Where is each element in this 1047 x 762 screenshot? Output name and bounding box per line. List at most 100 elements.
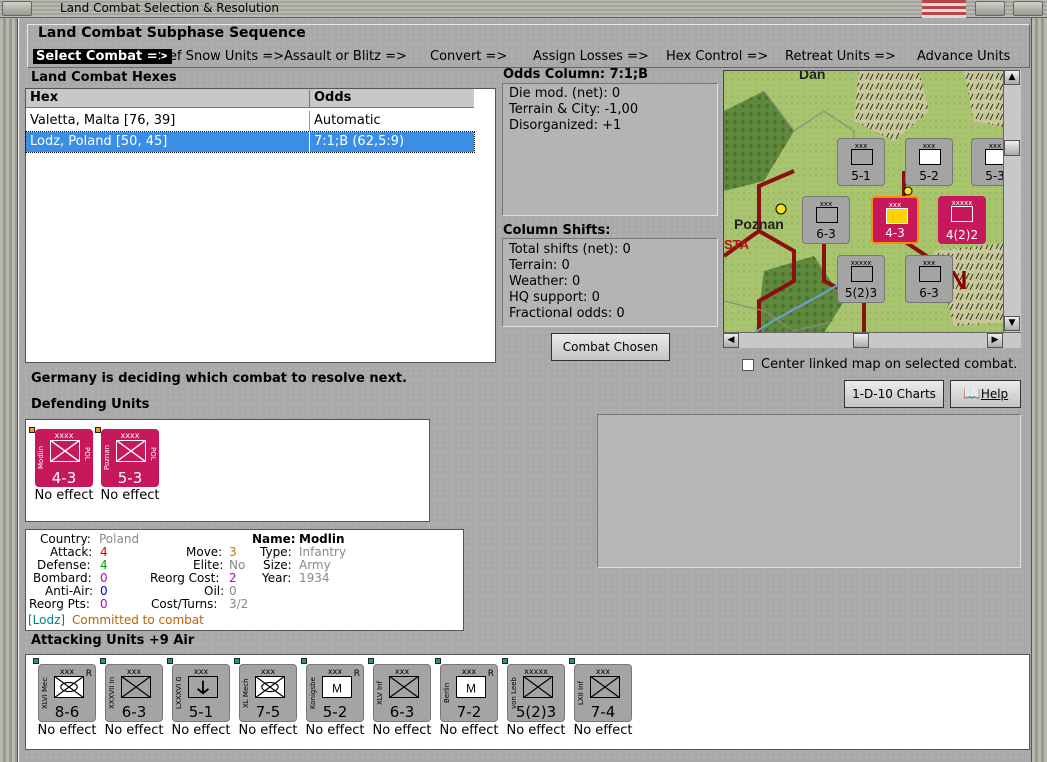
cost-turns-value: 3/2 [229,597,249,611]
table-header: Hex Odds [26,89,474,108]
status-pip [234,658,240,664]
charts-button[interactable]: 1-D-10 Charts [844,380,944,408]
step-hex-control: Hex Control => [666,49,769,64]
step-assault-blitz: Assault or Blitz => [284,49,407,64]
attacking-unit[interactable]: xxx XL Mech 7-5 [239,664,297,722]
step-convert: Convert => [430,49,508,64]
unit-type-icon: M [456,676,486,698]
odds-cell: Automatic [314,113,381,128]
column-odds[interactable]: Odds [310,90,474,105]
close-button[interactable] [1013,1,1043,16]
map-combat-hex[interactable]: xxx 4-3 [871,196,919,244]
status-pip [301,658,307,664]
unit-details: Country: Poland Attack: 4 Defense: 4 Bom… [25,529,464,631]
table-row[interactable]: Valetta, Malta [76, 39] Automatic [26,111,474,131]
status-message: Germany is deciding which combat to reso… [31,371,407,386]
table-row-selected[interactable]: Lodz, Poland [50, 45] 7:1;B (62,5:9) [25,131,475,153]
unit-effect: No effect [573,723,633,738]
map-unit-counter[interactable]: xxx 6-3 [802,196,850,244]
unit-effect: No effect [104,723,164,738]
attacking-unit[interactable]: xxx XLVI Mech R 8-6 [38,664,96,722]
step-select-combat: Select Combat => [33,49,172,64]
scroll-left-button[interactable]: ◀ [723,333,739,348]
defending-units-box: xxxx Modlin POL 4-3 No effect xxxx Pozna… [25,419,430,522]
status-pip [33,658,39,664]
odds-cell: 7:1;B (62,5:9) [314,134,405,149]
map-label-poznan: Poznan [734,216,784,232]
svg-text:M: M [332,681,342,695]
status-pip [100,658,106,664]
defending-unit-poznan[interactable]: xxxx Poznan POL 5-3 [101,429,159,487]
unit-effect: No effect [34,488,94,503]
map-label-sta: STA [724,237,750,252]
odds-box: Die mod. (net): 0 Terrain & City: -1,00 … [502,83,718,216]
step-retreat: Retreat Units => [785,49,896,64]
attacking-unit[interactable]: xxx XLV Inf 6-3 [373,664,431,722]
help-label: Help [980,387,1009,401]
committed-status: Committed to combat [72,613,204,627]
window-title: Land Combat Selection & Resolution [60,1,279,15]
cost-turns-label: Cost/Turns: [151,597,218,611]
attacking-units-box: xxx XLVI Mech R 8-6 No effect xxx XXXVII Inf 6-… [25,654,1030,750]
svg-text:M: M [466,681,476,695]
scroll-up-button[interactable]: ▲ [1004,70,1020,85]
map-horizontal-scrollbar[interactable]: ◀ ▶ [723,332,1021,348]
fractional-odds: Fractional odds: 0 [509,306,625,321]
map-unit-counter[interactable]: xxx 6-3 [905,255,953,303]
unit-effect: No effect [305,723,365,738]
map-unit-counter[interactable]: xxxxx 5(2)3 [837,255,885,303]
shifts-box: Total shifts (net): 0 Terrain: 0 Weather… [502,238,718,327]
subphase-label: Land Combat Subphase Sequence [38,25,306,41]
attacking-unit[interactable]: xxx XXXVII Inf 6-3 [105,664,163,722]
unit-type-icon [590,676,620,698]
linked-map[interactable]: Dan Poznan STA LAN xxx 5-1 xxx 5-2 xxx 5… [723,70,1021,348]
total-shifts: Total shifts (net): 0 [509,242,631,257]
unit-type-icon [54,676,84,698]
center-map-checkbox[interactable] [742,359,754,371]
status-pip [167,658,173,664]
unit-effect: No effect [238,723,298,738]
map-unit-counter[interactable]: xxx 5-1 [837,138,885,186]
step-assign-losses: Assign Losses => [533,49,649,64]
infantry-icon [50,440,80,462]
minimize-button[interactable] [975,1,1005,16]
year-value: 1934 [299,571,330,585]
hq-support: HQ support: 0 [509,290,600,305]
status-pip [435,658,441,664]
odds-title: Odds Column: 7:1;B [503,67,649,82]
window-menu-button[interactable] [2,1,32,16]
help-book-icon: 📖 [963,386,981,402]
attacking-unit[interactable]: xxx LXII Inf 7-4 [574,664,632,722]
title-bar: Land Combat Selection & Resolution [0,0,1047,18]
step-advance: Advance Units [917,49,1011,64]
unit-effect: No effect [506,723,566,738]
hexes-table: Hex Odds Valetta, Malta [76, 39] Automat… [25,88,496,363]
die-mod: Die mod. (net): 0 [509,86,621,101]
map-unit-counter[interactable]: xxxxx 4(2)2 [938,196,986,244]
hex-cell: Valetta, Malta [76, 39] [26,111,310,131]
shifts-title: Column Shifts: [503,223,611,238]
unit-type-icon: M [322,676,352,698]
unit-type-icon [121,676,151,698]
unit-type-icon [188,676,218,698]
scroll-down-button[interactable]: ▼ [1004,316,1020,331]
map-unit-counter[interactable]: xxx 5-2 [905,138,953,186]
combat-chosen-button[interactable]: Combat Chosen [551,333,670,361]
scroll-thumb[interactable] [1004,140,1020,156]
attacking-unit[interactable]: xxx M Konigsberg R 5-2 [306,664,364,722]
unit-effect: No effect [171,723,231,738]
scroll-thumb[interactable] [853,333,869,348]
attacking-unit[interactable]: xxxxx von Leeb 5(2)3 [507,664,565,722]
help-button[interactable]: 📖 Help [950,380,1021,408]
scroll-right-button[interactable]: ▶ [987,333,1003,348]
window-frame-right [1031,18,1047,762]
unit-type-icon [523,676,553,698]
attacking-unit[interactable]: xxx M Berlin R 7-2 [440,664,498,722]
unit-type-icon [255,676,285,698]
status-pip [569,658,575,664]
defending-unit-modlin[interactable]: xxxx Modlin POL 4-3 [35,429,93,487]
map-vertical-scrollbar[interactable]: ▲ ▼ [1003,70,1021,332]
column-hex[interactable]: Hex [26,90,310,108]
attacking-unit[interactable]: xxx LXXXVI Garr 5-1 [172,664,230,722]
unit-type-icon [389,676,419,698]
